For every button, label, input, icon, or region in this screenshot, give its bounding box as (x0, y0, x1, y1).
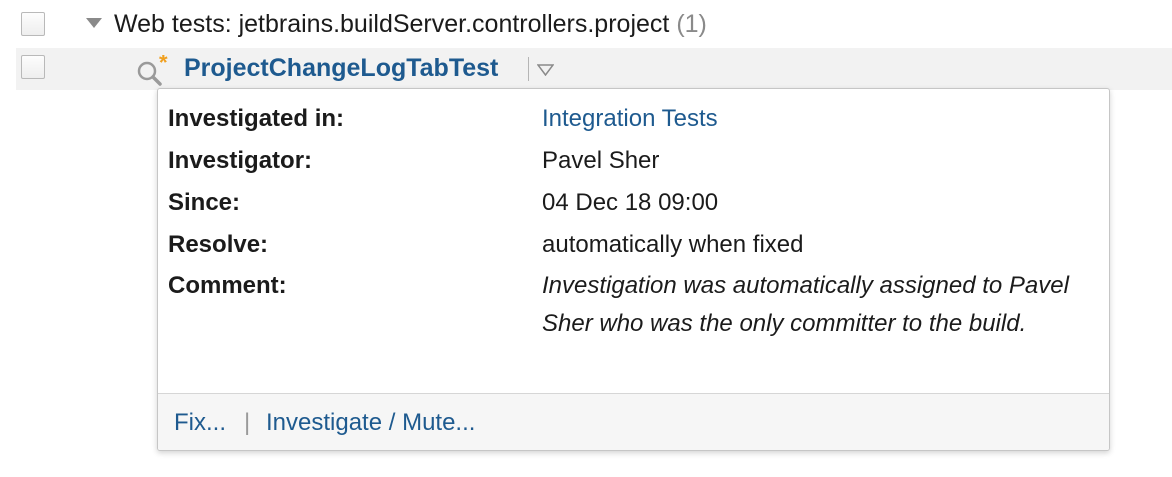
resolve-value: automatically when fixed (542, 231, 804, 258)
test-separator (528, 57, 529, 81)
investigation-magnifier-icon: * (137, 55, 168, 86)
group-title: Web tests: jetbrains.buildServer.control… (114, 8, 707, 40)
investigated-in-label: Investigated in: (168, 105, 345, 132)
comment-value: Investigation was automatically assigned… (542, 272, 1069, 337)
dropdown-triangle-icon[interactable] (537, 64, 554, 76)
resolve-label: Resolve: (168, 231, 269, 258)
svg-text:*: * (159, 55, 168, 75)
group-title-text: Web tests: jetbrains.buildServer.control… (114, 10, 670, 38)
investigator-label: Investigator: (168, 147, 313, 174)
test-group-row: Web tests: jetbrains.buildServer.control… (0, 0, 1172, 48)
investigate-mute-link[interactable]: Investigate / Mute... (266, 407, 475, 439)
test-name-link[interactable]: ProjectChangeLogTabTest (184, 52, 498, 84)
test-checkbox[interactable] (21, 55, 45, 79)
group-count: (1) (676, 10, 707, 38)
comment-label: Comment: (168, 272, 287, 299)
collapse-triangle-icon[interactable] (86, 18, 102, 28)
popup-footer: Fix... | Investigate / Mute... (158, 393, 1109, 450)
group-checkbox[interactable] (21, 12, 45, 36)
fix-link[interactable]: Fix... (174, 407, 226, 439)
investigated-in-link[interactable]: Integration Tests (542, 100, 718, 138)
investigator-value: Pavel Sher (542, 147, 660, 174)
footer-separator: | (244, 409, 251, 436)
investigation-popup: Investigated in: Integration Tests Inves… (157, 88, 1110, 451)
since-value: 04 Dec 18 09:00 (542, 189, 719, 216)
since-label: Since: (168, 189, 241, 216)
